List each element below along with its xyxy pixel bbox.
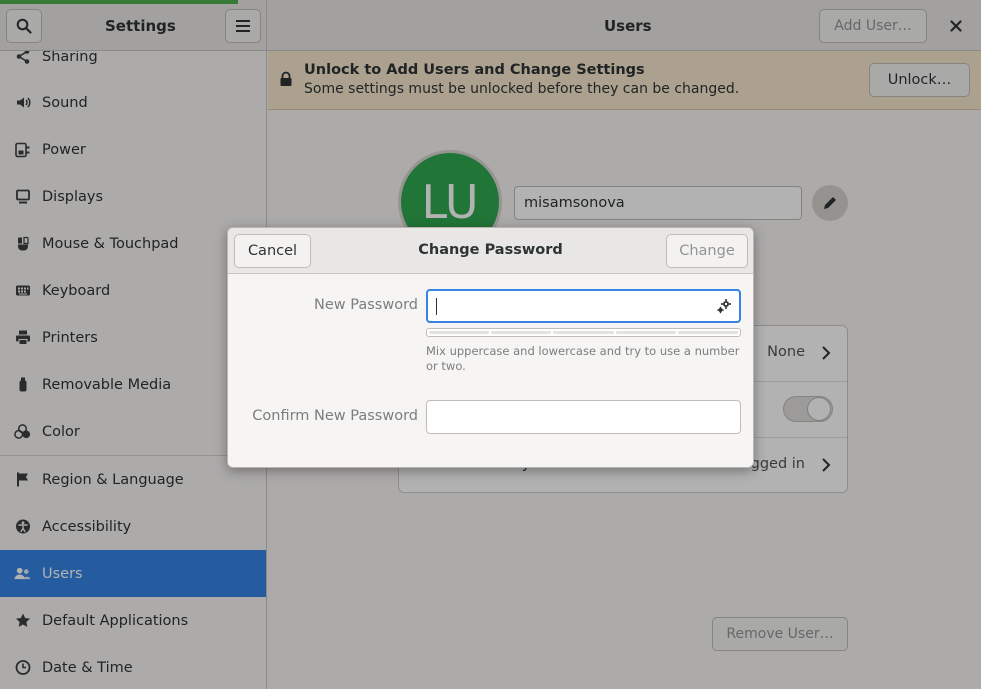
generate-password-gear-icon[interactable] (716, 298, 732, 318)
change-password-dialog: Cancel Change Password Change New Passwo… (227, 227, 754, 468)
strength-segment (429, 331, 490, 334)
change-button[interactable]: Change (666, 234, 748, 268)
new-password-input[interactable] (426, 289, 741, 323)
confirm-password-input[interactable] (426, 400, 741, 434)
strength-segment (553, 331, 614, 334)
text-caret (436, 298, 437, 315)
strength-segment (677, 331, 739, 334)
dialog-header: Cancel Change Password Change (228, 228, 753, 274)
password-strength-meter (426, 328, 741, 337)
settings-window: Settings Users Add User… Sharing Sound P… (0, 0, 981, 689)
confirm-password-label: Confirm New Password (252, 408, 418, 424)
new-password-label: New Password (314, 297, 418, 313)
strength-segment (615, 331, 676, 334)
password-hint: Mix uppercase and lowercase and try to u… (426, 344, 740, 373)
strength-segment (491, 331, 552, 334)
